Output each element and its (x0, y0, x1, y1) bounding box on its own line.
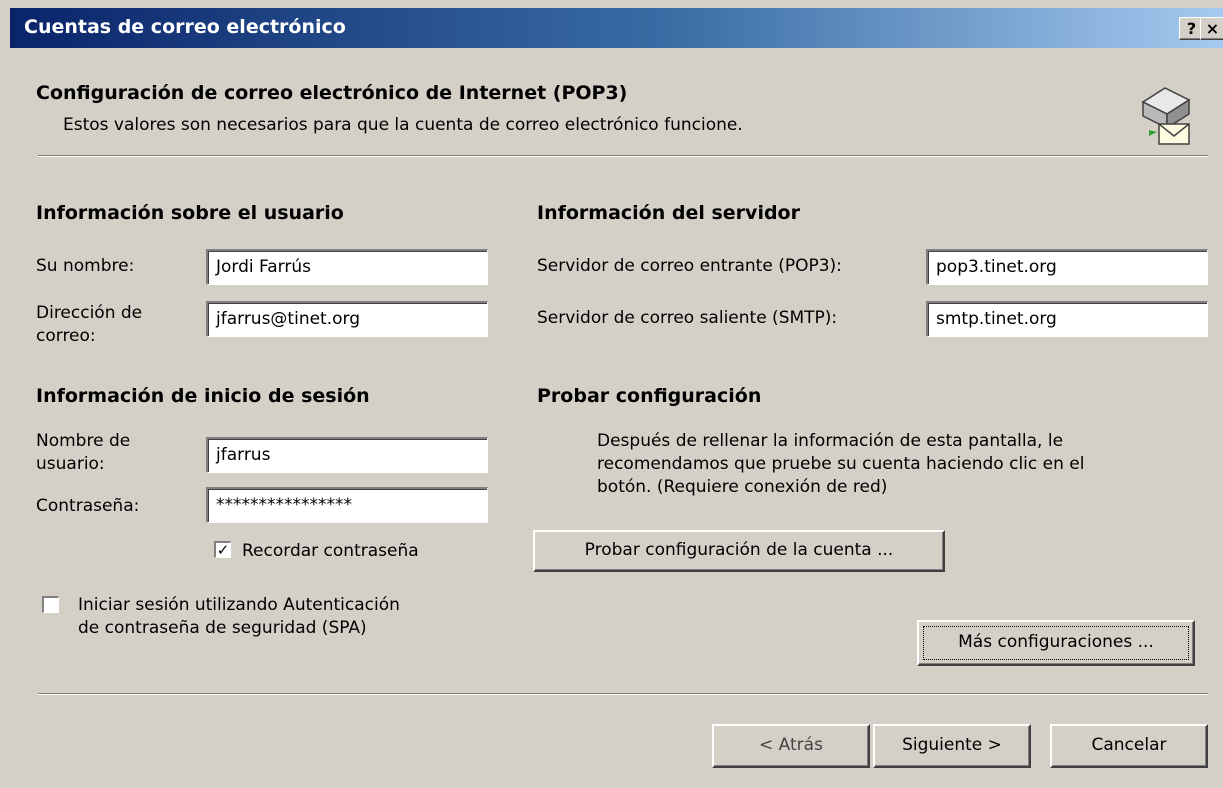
test-description-line3: botón. (Requiere conexión de red) (597, 477, 888, 497)
window-title: Cuentas de correo electrónico (24, 16, 346, 38)
more-settings-button[interactable]: Más configuraciones ... (917, 620, 1195, 666)
remember-password-label: Recordar contraseña (242, 541, 419, 561)
spa-checkbox[interactable] (42, 596, 59, 613)
password-label: Contraseña: (36, 496, 140, 516)
outgoing-server-label: Servidor de correo saliente (SMTP): (537, 308, 838, 328)
user-info-heading: Información sobre el usuario (36, 202, 344, 224)
header-divider (38, 155, 1208, 157)
username-input[interactable]: jfarrus (206, 437, 488, 473)
close-button[interactable]: × (1200, 17, 1223, 40)
email-label-line1: Dirección de (36, 303, 143, 323)
spa-label-line2: de contraseña de seguridad (SPA) (78, 618, 367, 638)
page-subtitle: Estos valores son necesarios para que la… (63, 115, 743, 135)
cancel-button[interactable]: Cancelar (1050, 724, 1208, 768)
username-label-line2: usuario: (36, 454, 105, 474)
incoming-server-label: Servidor de correo entrante (POP3): (537, 256, 842, 276)
mail-server-icon (1135, 80, 1195, 150)
outgoing-server-input[interactable]: smtp.tinet.org (926, 301, 1208, 337)
name-input[interactable]: Jordi Farrús (206, 249, 488, 285)
page-title: Configuración de correo electrónico de I… (36, 82, 628, 104)
next-button[interactable]: Siguiente > (873, 724, 1031, 768)
test-description-line1: Después de rellenar la información de es… (597, 431, 1064, 451)
login-info-heading: Información de inicio de sesión (36, 385, 370, 407)
title-bar: Cuentas de correo electrónico ? × (10, 8, 1223, 48)
email-input[interactable]: jfarrus@tinet.org (206, 301, 488, 337)
email-label-line2: correo: (36, 326, 96, 346)
test-description-line2: recomendamos que pruebe su cuenta hacien… (597, 454, 1085, 474)
remember-password-checkbox[interactable]: ✓ (214, 541, 231, 558)
spa-label-line1: Iniciar sesión utilizando Autenticación (78, 595, 400, 615)
test-account-button[interactable]: Probar configuración de la cuenta ... (533, 530, 945, 572)
incoming-server-input[interactable]: pop3.tinet.org (926, 249, 1208, 285)
password-input[interactable]: **************** (206, 487, 488, 523)
username-label-line1: Nombre de (36, 431, 131, 451)
back-button[interactable]: < Atrás (712, 724, 870, 768)
footer-divider (38, 693, 1208, 695)
server-info-heading: Información del servidor (537, 202, 800, 224)
name-label: Su nombre: (36, 256, 135, 276)
test-settings-heading: Probar configuración (537, 385, 762, 407)
